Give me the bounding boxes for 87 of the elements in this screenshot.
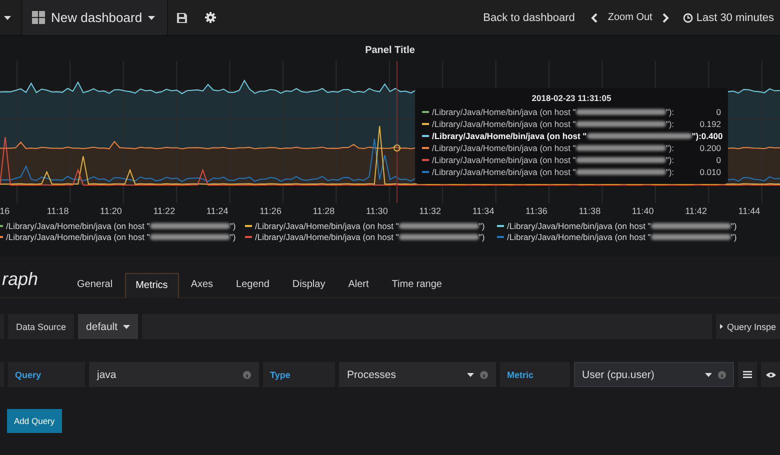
series-name: /Library/Java/Home/bin/java (on host " [6, 221, 150, 231]
axis-tick-label: 11:34 [471, 206, 496, 216]
series-name: /Library/Java/Home/bin/java (on host " [432, 143, 576, 153]
series-name: /Library/Java/Home/bin/java (on host " [6, 232, 150, 242]
grid-icon [32, 11, 45, 24]
axis-tick-label: 11:32 [418, 206, 442, 216]
data-source-select[interactable]: default [78, 314, 138, 339]
axis-tick-label: 11:40 [630, 206, 655, 216]
series-name-end: ") [730, 221, 737, 231]
menu-icon[interactable] [743, 371, 752, 378]
axis-tick-label: 16 [0, 206, 11, 216]
series-value: 0 [716, 107, 721, 117]
dashboard-title-button[interactable]: New dashboard [22, 0, 168, 35]
editor-tab[interactable]: Axes [180, 272, 224, 297]
eye-icon[interactable] [766, 372, 776, 378]
editor-tab[interactable]: Display [281, 272, 336, 297]
series-name: /Library/Java/Home/bin/java (on host " [507, 232, 651, 242]
series-name: /Library/Java/Home/bin/java (on host " [432, 167, 576, 177]
caret-icon [122, 324, 130, 328]
query-field-label: Metric [500, 362, 570, 387]
tooltip-time: 2018-02-23 11:31:05 [530, 93, 612, 103]
info-icon [243, 370, 251, 378]
series-name: /Library/Java/Home/bin/java (on host " [432, 107, 576, 117]
axis-tick-label: 11:20 [99, 206, 123, 216]
editor-tab[interactable]: General [66, 272, 124, 297]
save-icon[interactable] [177, 12, 188, 22]
series-value: 0.192 [700, 119, 721, 129]
series-name-end: "): [666, 119, 674, 129]
chevron-right-icon[interactable] [662, 12, 670, 22]
axis-tick-label: 11:30 [364, 206, 389, 216]
editor-tab[interactable]: Alert [337, 272, 380, 297]
caret-icon [705, 372, 712, 376]
caret-icon [4, 16, 11, 20]
axis-tick-label: 11:42 [684, 206, 708, 216]
axis-tick-label: 11:22 [152, 206, 176, 216]
series-name: /Library/Java/Home/bin/java (on host " [255, 232, 399, 242]
series-value: 0.200 [700, 143, 721, 153]
series-name: /Library/Java/Home/bin/java (on host " [432, 119, 576, 129]
query-select[interactable]: User (cpu.user) [574, 362, 734, 387]
series-name-end: "): [666, 155, 674, 165]
info-icon [718, 370, 726, 378]
axis-tick-label: 11:24 [205, 206, 230, 216]
data-source-label: Data Source [8, 314, 74, 339]
query-inspector-button[interactable]: Query Inspe [716, 314, 780, 339]
caret-right-icon [720, 324, 723, 329]
series-name: /Library/Java/Home/bin/java (on host " [432, 155, 576, 165]
series-name-end: ") [478, 232, 485, 242]
series-name-end: ") [230, 232, 236, 242]
series-name-end: "): [666, 107, 674, 117]
series-name: /Library/Java/Home/bin/java (on host " [507, 221, 651, 231]
series-name-end: "): [666, 143, 674, 153]
panel-type-title: raph [1, 268, 40, 290]
query-select[interactable]: Processes [339, 362, 496, 387]
series-name-end: "): [692, 131, 702, 141]
query-field-label: Type [263, 362, 335, 387]
back-to-dashboard-link[interactable]: Back to dashboard [483, 12, 575, 24]
panel-title: Panel Title [364, 44, 416, 58]
series-name: /Library/Java/Home/bin/java (on host " [432, 131, 587, 141]
axis-tick-label: 11:18 [46, 206, 70, 216]
series-value: 0.400 [701, 131, 723, 141]
add-query-button[interactable]: Add Query [7, 409, 62, 433]
caret-icon [467, 372, 474, 376]
query-field-label: Query [8, 362, 85, 387]
editor-tab[interactable]: Time range [380, 272, 453, 297]
query-input-field[interactable]: java [89, 362, 259, 387]
axis-tick-label: 11:28 [312, 206, 336, 216]
time-range-picker[interactable]: Last 30 minutes [696, 12, 774, 24]
series-value: 0.010 [700, 167, 721, 177]
series-value: 0 [716, 155, 721, 165]
series-name-end: ") [478, 221, 485, 231]
series-name-end: "): [666, 167, 674, 177]
chevron-left-icon[interactable] [590, 12, 598, 22]
caret-icon [148, 16, 156, 20]
clock-icon [683, 12, 694, 22]
editor-tab[interactable]: Metrics [124, 273, 179, 298]
editor-tab[interactable]: Legend [225, 272, 280, 297]
hover-point-marker [394, 144, 400, 152]
series-name-end: ") [230, 221, 236, 231]
axis-tick-label: 11:26 [258, 206, 282, 216]
series-name: /Library/Java/Home/bin/java (on host " [255, 221, 399, 231]
settings-icon[interactable] [205, 12, 216, 23]
axis-tick-label: 11:38 [578, 206, 602, 216]
series-name-end: ") [730, 232, 737, 242]
axis-tick-label: 11:36 [524, 206, 548, 216]
axis-tick-label: 11:44 [737, 206, 762, 216]
info-icon [480, 370, 488, 378]
zoom-out-button[interactable]: Zoom Out [608, 12, 652, 23]
